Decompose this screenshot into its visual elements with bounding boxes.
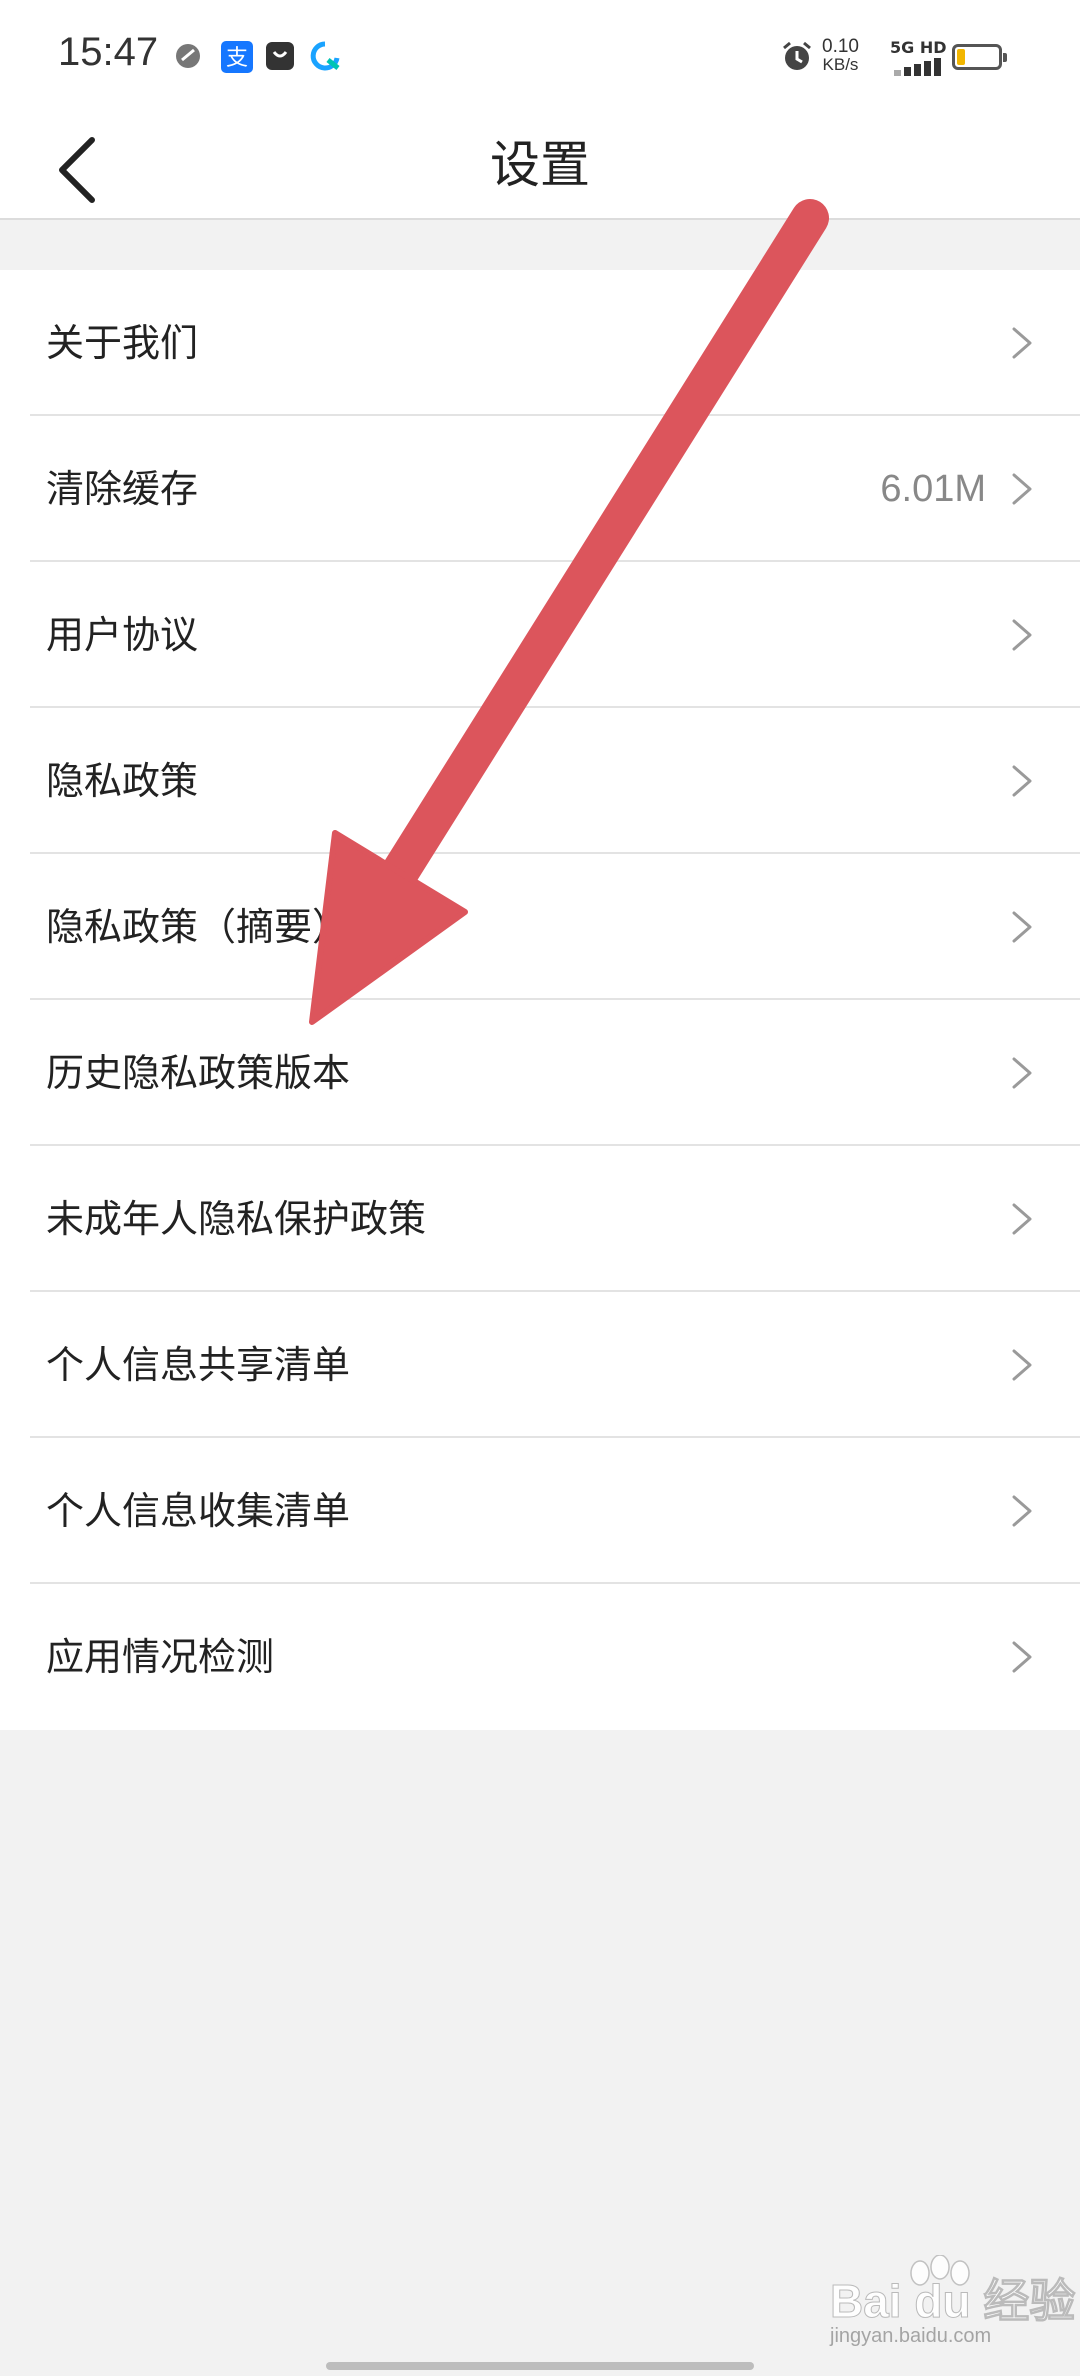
alipay-icon: 支 — [221, 41, 253, 73]
browser-icon — [310, 41, 340, 71]
svg-text:支: 支 — [226, 46, 248, 71]
settings-item-user-agreement[interactable]: 用户协议 — [0, 562, 1080, 708]
settings-item-app-check[interactable]: 应用情况检测 — [0, 1584, 1080, 1730]
settings-item-about-us[interactable]: 关于我们 — [0, 270, 1080, 416]
battery-fill — [957, 49, 965, 65]
alarm-icon — [783, 41, 811, 70]
status-indicators: 0.10 KB/s 5G HD — [780, 0, 1080, 110]
net-speed-value: 0.10 — [822, 36, 859, 57]
signal-icon — [894, 58, 942, 76]
app-notification-icon — [176, 44, 200, 68]
settings-item-privacy-policy-history[interactable]: 历史隐私政策版本 — [0, 1000, 1080, 1146]
settings-item-info-sharing-list[interactable]: 个人信息共享清单 — [0, 1292, 1080, 1438]
settings-item-label: 应用情况检测 — [46, 1635, 275, 1679]
status-time: 15:47 — [58, 30, 159, 74]
page-title: 设置 — [490, 136, 590, 194]
settings-item-label: 未成年人隐私保护政策 — [46, 1197, 427, 1241]
watermark-logo-text: Bai du 经验 — [829, 2275, 1076, 2328]
chevron-right-icon — [1012, 327, 1032, 359]
settings-item-minors-privacy[interactable]: 未成年人隐私保护政策 — [0, 1146, 1080, 1292]
chevron-right-icon — [1012, 1349, 1032, 1381]
chevron-right-icon — [1012, 765, 1032, 797]
chevron-right-icon — [1012, 473, 1032, 505]
home-indicator[interactable] — [326, 2362, 754, 2370]
settings-item-privacy-policy-summary[interactable]: 隐私政策（摘要） — [0, 854, 1080, 1000]
cache-size-value: 6.01M — [880, 468, 986, 510]
settings-item-label: 清除缓存 — [46, 467, 199, 511]
settings-item-label: 隐私政策 — [46, 759, 199, 803]
chevron-right-icon — [1012, 1495, 1032, 1527]
watermark-url: jingyan.baidu.com — [830, 2325, 992, 2347]
settings-item-label: 个人信息共享清单 — [46, 1343, 351, 1387]
battery-icon — [952, 44, 1007, 70]
chevron-right-icon — [1012, 619, 1032, 651]
net-speed: 0.10 KB/s — [822, 36, 859, 74]
chevron-right-icon — [1012, 1057, 1032, 1089]
settings-item-label: 个人信息收集清单 — [46, 1489, 351, 1533]
network-type-label: 5G HD — [890, 38, 947, 57]
chevron-right-icon — [1012, 1641, 1032, 1673]
settings-item-label: 隐私政策（摘要） — [46, 905, 351, 949]
net-speed-unit: KB/s — [822, 55, 859, 74]
settings-item-label: 关于我们 — [46, 321, 199, 365]
settings-item-clear-cache[interactable]: 清除缓存 6.01M — [0, 416, 1080, 562]
settings-item-privacy-policy[interactable]: 隐私政策 — [0, 708, 1080, 854]
settings-item-label: 历史隐私政策版本 — [46, 1051, 351, 1095]
status-bar: 15:47 支 0.10 KB/s 5G HD — [0, 0, 1080, 110]
chevron-right-icon — [1012, 911, 1032, 943]
settings-item-label: 用户协议 — [46, 613, 199, 657]
settings-item-info-collection-list[interactable]: 个人信息收集清单 — [0, 1438, 1080, 1584]
settings-list: 关于我们 清除缓存 6.01M 用户协议 隐私政策 隐私政策（摘要） 历史隐私政… — [0, 270, 1080, 1730]
chevron-right-icon — [1012, 1203, 1032, 1235]
app-header: 设置 — [0, 110, 1080, 220]
shopping-bag-icon — [266, 42, 294, 70]
